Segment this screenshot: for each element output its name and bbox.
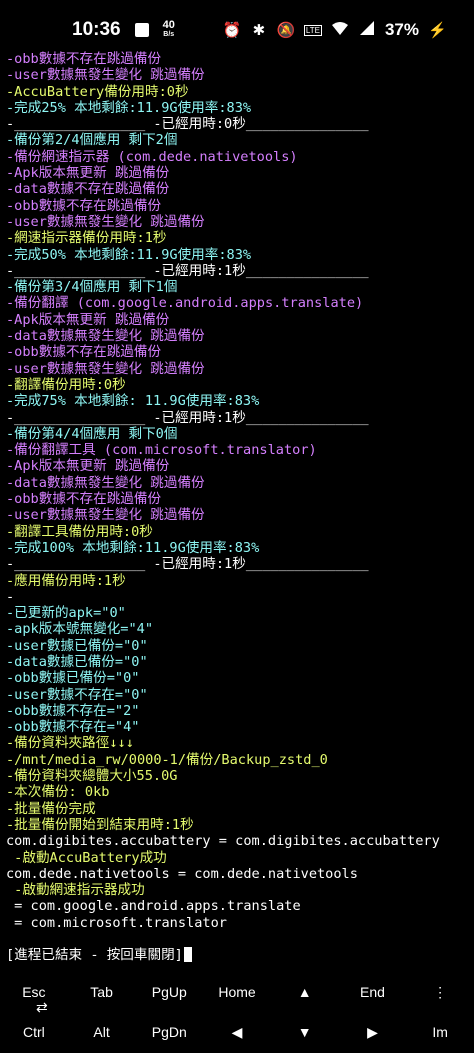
status-time: 10:36 bbox=[72, 19, 121, 40]
terminal-line: -obb數據已備份="0" bbox=[6, 670, 140, 687]
terminal-line: [進程已結束 - 按回車關閉] bbox=[0, 947, 474, 963]
terminal-line: -user數據無發生變化 跳過備份 bbox=[6, 360, 205, 377]
arrow-up-key[interactable]: ▲ bbox=[271, 972, 339, 1012]
terminal-line: -user數據不存在="0" bbox=[6, 686, 148, 703]
terminal-line: -/mnt/media_rw/0000-1/備份/Backup_zstd_0 bbox=[6, 751, 328, 768]
terminal-line: -啟動網速指示器成功 bbox=[6, 882, 145, 899]
terminal-line: -user數據無發生變化 跳過備份 bbox=[6, 67, 205, 84]
bluetooth-icon: ✱ bbox=[252, 22, 266, 39]
terminal-line: -user數據已備份="0" bbox=[6, 637, 148, 654]
wifi-icon bbox=[331, 21, 349, 39]
terminal-line: -批量備份完成 bbox=[6, 800, 96, 817]
terminal-line: -翻譯備份用時:0秒 bbox=[6, 376, 126, 393]
alarm-icon: ⏰ bbox=[222, 22, 242, 39]
terminal-line: -備份資料夾總體大小55.0G bbox=[6, 768, 178, 785]
terminal-line: -obb數據不存在跳過備份 bbox=[6, 51, 162, 67]
extra-keys-row-2: Ctrl Alt PgDn ◀ ▼ ▶ Im bbox=[0, 1012, 474, 1052]
terminal-line: -data數據無發生變化 跳過備份 bbox=[6, 474, 205, 491]
terminal-line: -user數據無發生變化 跳過備份 bbox=[6, 213, 205, 230]
terminal-line: -obb數據不存在跳過備份 bbox=[6, 491, 162, 508]
terminal-line: -備份翻譯工具 (com.microsoft.translator) bbox=[6, 442, 317, 459]
terminal-line: -Apk版本無更新 跳過備份 bbox=[6, 458, 170, 475]
arrow-down-key[interactable]: ▼ bbox=[271, 1012, 339, 1052]
terminal-line: -已更新的apk="0" bbox=[6, 605, 126, 622]
esc-key[interactable]: Esc bbox=[0, 972, 68, 1012]
terminal-line: -備份資料夾路徑↓↓↓ bbox=[6, 735, 134, 752]
terminal-line: -obb數據不存在="4" bbox=[6, 719, 140, 736]
terminal-line: -翻譯工具備份用時:0秒 bbox=[6, 523, 153, 540]
terminal-line: -備份第4/4個應用 剩下0個 bbox=[6, 425, 178, 442]
terminal-cursor bbox=[183, 947, 192, 963]
terminal-line: -批量備份開始到結束用時:1秒 bbox=[6, 816, 194, 833]
terminal-line: -備份網速指示器 (com.dede.nativetools) bbox=[6, 148, 298, 165]
terminal-line: - bbox=[6, 588, 15, 605]
status-bar-left: 10:36 40 B/s bbox=[0, 19, 175, 41]
ctrl-key[interactable]: Ctrl bbox=[0, 1012, 68, 1052]
network-speed-value: 40 bbox=[162, 19, 175, 31]
signal-icon bbox=[358, 21, 376, 39]
terminal-line: -啟動AccuBattery成功 bbox=[6, 849, 167, 866]
terminal-line: -備份第3/4個應用 剩下1個 bbox=[6, 279, 178, 296]
terminal-line: -________________ -已經用時:1秒______________… bbox=[6, 556, 369, 573]
terminal-line: -data數據已備份="0" bbox=[6, 653, 148, 670]
terminal-line: -________________ -已經用時:1秒______________… bbox=[6, 262, 369, 279]
alt-key[interactable]: Alt bbox=[68, 1012, 136, 1052]
lte-icon: LTE bbox=[303, 24, 322, 36]
extra-keys-row-1: Esc Tab PgUp Home ▲ End ⋮ bbox=[0, 972, 474, 1012]
terminal-line: -apk版本號無變化="4" bbox=[6, 621, 154, 638]
terminal-line: -應用備份用時:1秒 bbox=[6, 572, 126, 589]
battery-icon: ⚡ bbox=[428, 22, 447, 39]
home-key[interactable]: Home bbox=[203, 972, 271, 1012]
terminal-line: -本次備份: 0kb bbox=[6, 784, 110, 801]
extra-keys-bar: Esc Tab PgUp Home ▲ End ⋮ Ctrl Alt PgDn ◀ ▼ ▶ Im ⇄ bbox=[0, 972, 474, 1053]
terminal-line: -備份翻譯 (com.google.android.apps.translate… bbox=[6, 295, 364, 312]
terminal-line: -Apk版本無更新 跳過備份 bbox=[6, 165, 170, 182]
terminal-line: -備份第2/4個應用 剩下2個 bbox=[6, 132, 178, 149]
terminal-line: -obb數據不存在="2" bbox=[6, 702, 140, 719]
terminal-line: -data數據不存在跳過備份 bbox=[6, 181, 170, 198]
network-speed: 40 B/s bbox=[163, 20, 175, 40]
terminal-line: -完成75% 本地剩餘: 11.9G使用率:83% bbox=[6, 393, 260, 410]
terminal-line: -完成25% 本地剩餘:11.9G使用率:83% bbox=[6, 99, 252, 116]
terminal-line: -________________ -已經用時:1秒______________… bbox=[6, 409, 369, 426]
tab-key[interactable]: Tab bbox=[68, 972, 136, 1012]
pgdn-key[interactable]: PgDn bbox=[135, 1012, 203, 1052]
terminal-line: -user數據無發生變化 跳過備份 bbox=[6, 507, 205, 524]
arrow-right-key[interactable]: ▶ bbox=[339, 1012, 407, 1052]
terminal-line: -data數據無發生變化 跳過備份 bbox=[6, 328, 205, 345]
terminal-line: -AccuBattery備份用時:0秒 bbox=[6, 83, 189, 100]
terminal-line: -obb數據不存在跳過備份 bbox=[6, 344, 162, 361]
notification-icon bbox=[134, 23, 149, 37]
end-key[interactable]: End bbox=[339, 972, 407, 1012]
pgup-key[interactable]: PgUp bbox=[135, 972, 203, 1012]
terminal-line: com.dede.nativetools = com.dede.nativeto… bbox=[6, 865, 358, 882]
more-key[interactable]: ⋮ bbox=[406, 972, 474, 1012]
battery-level: 37% bbox=[384, 20, 419, 39]
terminal-line: -完成100% 本地剩餘:11.9G使用率:83% bbox=[6, 539, 260, 556]
terminal-line: -________________ -已經用時:0秒______________… bbox=[6, 116, 369, 133]
terminal-line: -完成50% 本地剩餘:11.9G使用率:83% bbox=[6, 246, 252, 263]
terminal-line: -obb數據不存在跳過備份 bbox=[6, 197, 162, 214]
mute-icon: 🔕 bbox=[276, 22, 296, 39]
status-bar-right: ⏰ ✱ 🔕 LTE 37% ⚡ bbox=[223, 20, 474, 40]
terminal-line: -Apk版本無更新 跳過備份 bbox=[6, 311, 170, 328]
swap-keys-icon[interactable]: ⇄ bbox=[36, 999, 48, 1016]
terminal-line: = com.google.android.apps.translate bbox=[6, 898, 301, 915]
arrow-left-key[interactable]: ◀ bbox=[203, 1012, 271, 1052]
terminal-output[interactable]: -obb數據不存在跳過備份 -user數據無發生變化 跳過備份 -AccuBatte… bbox=[0, 51, 474, 971]
network-speed-unit: B/s bbox=[163, 31, 175, 38]
terminal-line: = com.microsoft.translator bbox=[6, 914, 227, 931]
terminal-line: com.digibites.accubattery = com.digibite… bbox=[6, 833, 440, 850]
terminal-line: -網速指示器備份用時:1秒 bbox=[6, 230, 167, 247]
im-key[interactable]: Im bbox=[406, 1012, 474, 1052]
